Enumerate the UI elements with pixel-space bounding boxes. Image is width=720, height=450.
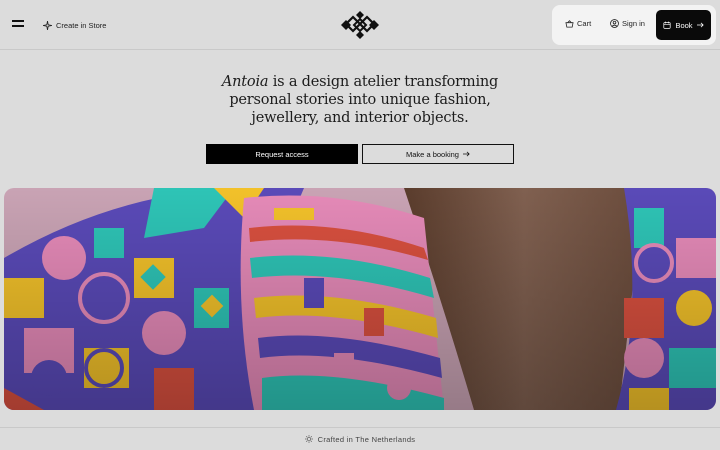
brand-name: Antoia xyxy=(221,74,269,90)
sign-in-button[interactable]: Sign in xyxy=(610,19,645,28)
request-access-label: Request access xyxy=(255,149,309,159)
crafted-label: Crafted in The Netherlands xyxy=(317,434,416,444)
arrow-right-icon xyxy=(696,22,704,28)
sparkle-icon xyxy=(43,20,52,30)
footer-bar: Crafted in The Netherlands xyxy=(0,427,720,450)
cart-button[interactable]: Cart xyxy=(565,19,591,28)
book-label: Book xyxy=(675,20,693,30)
book-button[interactable]: Book xyxy=(656,10,711,40)
create-in-store-label: Create in Store xyxy=(56,20,107,30)
user-icon xyxy=(610,19,619,28)
hamburger-icon[interactable] xyxy=(12,19,24,29)
request-access-button[interactable]: Request access xyxy=(206,144,358,164)
make-booking-label: Make a booking xyxy=(406,149,459,159)
calendar-icon xyxy=(663,21,671,29)
diamond-knot-logo[interactable] xyxy=(341,11,379,39)
site-header: Create in Store Cart Sign in Book xyxy=(0,0,720,50)
hero-headline: Antoia is a design atelier transforming … xyxy=(210,73,510,127)
arrow-right-icon xyxy=(462,151,470,157)
create-in-store-link[interactable]: Create in Store xyxy=(43,18,106,32)
cart-label: Cart xyxy=(577,19,592,28)
sun-icon xyxy=(304,435,313,443)
scarf-photo xyxy=(4,188,716,410)
hero-image xyxy=(4,188,716,410)
sign-in-label: Sign in xyxy=(622,19,645,28)
make-booking-button[interactable]: Make a booking xyxy=(362,144,514,164)
header-actions: Cart Sign in Book xyxy=(552,5,716,45)
headline-text: is a design atelier transforming persona… xyxy=(229,74,499,126)
basket-icon xyxy=(565,19,574,28)
